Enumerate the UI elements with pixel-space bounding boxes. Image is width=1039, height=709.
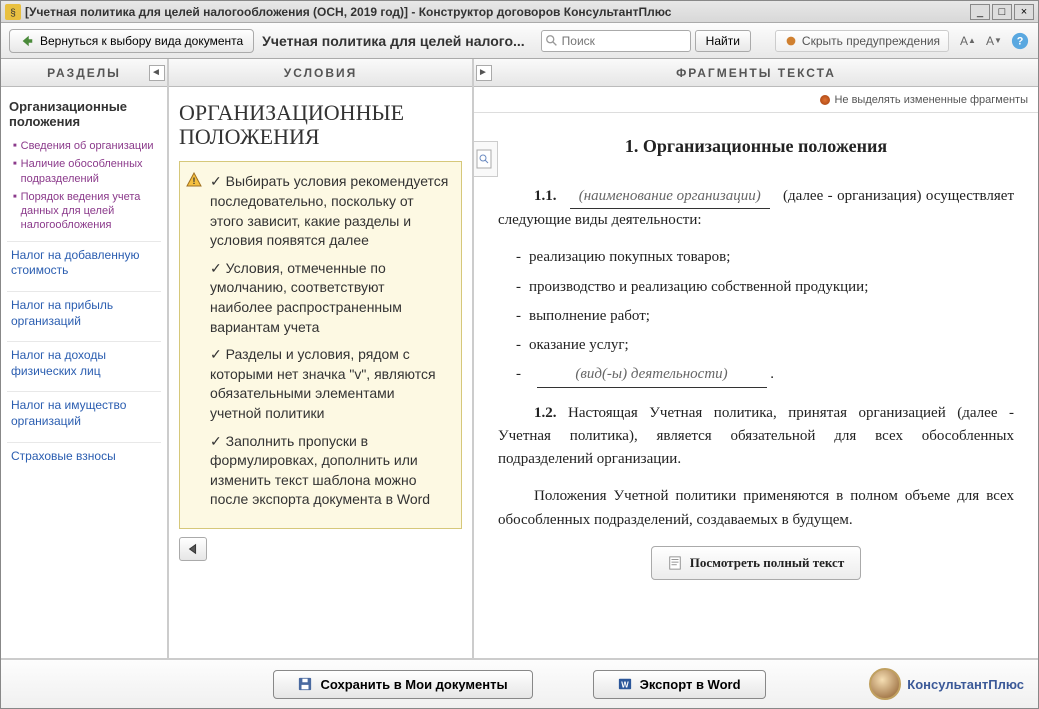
back-label: Вернуться к выбору вида документа xyxy=(40,34,243,48)
sidebar-item-ndfl[interactable]: Налог на доходы физических лиц xyxy=(7,341,161,385)
save-to-my-docs-button[interactable]: Сохранить в Мои документы xyxy=(273,670,532,699)
tip-text: ✓ Условия, отмеченные по умолчанию, соот… xyxy=(210,259,449,337)
warning-bullet-icon xyxy=(784,34,798,48)
document-preview-icon[interactable] xyxy=(474,141,498,177)
word-icon: W xyxy=(618,677,632,691)
conditions-title: ОРГАНИЗАЦИОННЫЕ ПОЛОЖЕНИЯ xyxy=(179,101,462,149)
svg-text:§: § xyxy=(10,8,16,19)
fragment-paragraph: 1.2. Настоящая Учетная политика, принята… xyxy=(498,402,1014,472)
list-item: (вид(-ы) деятельности) . xyxy=(516,363,1014,387)
sidebar-item-profit-tax[interactable]: Налог на прибыль организаций xyxy=(7,291,161,335)
help-button[interactable]: ? xyxy=(1010,31,1030,51)
fragment-paragraph: Положения Учетной политики применяются в… xyxy=(498,485,1014,532)
list-item: выполнение работ; xyxy=(516,305,1014,328)
list-item: реализацию покупных товаров; xyxy=(516,246,1014,269)
list-item: оказание услуг; xyxy=(516,334,1014,357)
hide-warnings-button[interactable]: Скрыть предупреждения xyxy=(775,30,949,52)
list-item: производство и реализацию собственной пр… xyxy=(516,276,1014,299)
sidebar-sub-item[interactable]: Наличие обособленных подразделений xyxy=(13,155,161,188)
fragment-heading: 1. Организационные положения xyxy=(498,133,1014,161)
document-title: Учетная политика для целей налого... xyxy=(262,33,525,49)
tip-text: ✓ Заполнить пропуски в формулировках, до… xyxy=(210,432,449,510)
sidebar-item-insurance[interactable]: Страховые взносы xyxy=(7,442,161,471)
tip-text: ✓ Выбирать условия рекомендуется последо… xyxy=(210,172,449,250)
brand-logo: КонсультантПлюс xyxy=(869,668,1024,700)
svg-text:W: W xyxy=(621,681,629,690)
find-button[interactable]: Найти xyxy=(695,30,751,52)
export-word-button[interactable]: W Экспорт в Word xyxy=(593,670,766,699)
sidebar-item-property-tax[interactable]: Налог на имущество организаций xyxy=(7,391,161,435)
sections-header: РАЗДЕЛЫ xyxy=(47,66,121,80)
window-title: [Учетная политика для целей налогообложе… xyxy=(25,5,970,19)
no-highlight-toggle[interactable]: Не выделять измененные фрагменты xyxy=(834,94,1028,106)
font-decrease-button[interactable]: A▼ xyxy=(984,31,1004,51)
minimize-button[interactable]: _ xyxy=(970,4,990,20)
activity-list: реализацию покупных товаров; производств… xyxy=(498,246,1014,387)
warning-icon: ! xyxy=(186,172,202,188)
svg-text:!: ! xyxy=(193,176,196,186)
close-button[interactable]: × xyxy=(1014,4,1034,20)
font-increase-button[interactable]: A▲ xyxy=(958,31,978,51)
view-full-text-button[interactable]: Посмотреть полный текст xyxy=(651,546,861,580)
app-icon: § xyxy=(5,4,21,20)
conditions-header: УСЛОВИЯ xyxy=(284,66,358,80)
arrow-left-icon xyxy=(186,542,200,556)
collapse-sections-button[interactable]: ◄ xyxy=(149,65,165,81)
conditions-back-button[interactable] xyxy=(179,537,207,561)
fragments-header: ФРАГМЕНТЫ ТЕКСТА xyxy=(676,66,836,80)
sidebar-sub-item[interactable]: Порядок ведения учета данных для целей н… xyxy=(13,188,161,235)
expand-fragments-button[interactable]: ► xyxy=(476,65,492,81)
org-name-blank: (наименование организации) xyxy=(570,185,770,209)
save-icon xyxy=(298,677,312,691)
search-input[interactable] xyxy=(541,30,691,52)
search-icon xyxy=(545,34,559,48)
maximize-button[interactable]: □ xyxy=(992,4,1012,20)
sidebar-item-vat[interactable]: Налог на добавленную стоимость xyxy=(7,241,161,285)
tips-box: ! ✓ Выбирать условия рекомендуется после… xyxy=(179,161,462,529)
sidebar-sub-item[interactable]: Сведения об организации xyxy=(13,137,161,155)
activity-blank: (вид(-ы) деятельности) xyxy=(537,363,767,387)
back-button[interactable]: Вернуться к выбору вида документа xyxy=(9,29,254,53)
brand-icon xyxy=(869,668,901,700)
sidebar-active-section[interactable]: Организационные положения xyxy=(7,95,161,133)
highlight-toggle-icon xyxy=(820,95,830,105)
arrow-left-icon xyxy=(20,34,34,48)
document-icon xyxy=(668,556,682,570)
svg-text:?: ? xyxy=(1017,35,1024,47)
tip-text: ✓ Разделы и условия, рядом с которыми не… xyxy=(210,345,449,423)
fragment-paragraph: 1.1. (наименование организации) (далее -… xyxy=(498,185,1014,233)
